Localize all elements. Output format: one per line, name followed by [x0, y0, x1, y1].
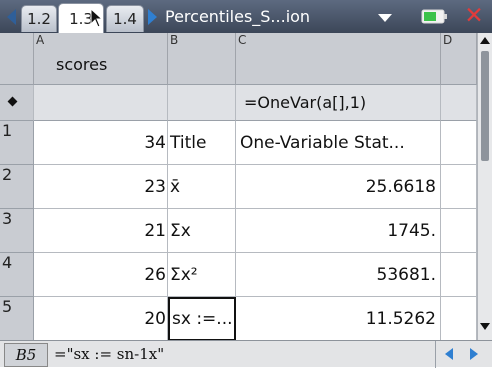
header-corner[interactable]	[0, 33, 34, 85]
cell-a1[interactable]: 34	[34, 121, 168, 165]
formula-cell-b[interactable]	[168, 85, 236, 121]
table-row: 5 20 sx :=... 11.5262	[0, 297, 477, 341]
table-row: 2 23 x̄ 25.6618	[0, 165, 477, 209]
cell-c2[interactable]: 25.6618	[236, 165, 441, 209]
battery-icon	[421, 9, 447, 24]
cell-d4[interactable]	[441, 253, 477, 297]
document-title[interactable]: Percentiles_S...ion	[165, 5, 310, 29]
formula-row-marker	[0, 85, 34, 121]
table-row: 4 26 Σx² 53681.	[0, 253, 477, 297]
formula-cell-c[interactable]: =OneVar(a[],1)	[236, 85, 441, 121]
cell-c5[interactable]: 11.5262	[236, 297, 441, 341]
entry-formula-input[interactable]: ="sx := sn-1x"	[54, 345, 164, 363]
column-letter-d: D	[443, 33, 453, 47]
column-letter-c: C	[238, 33, 247, 47]
column-header-c[interactable]: C	[236, 33, 441, 85]
tab-bar: 1.2 1.3 1.4 Percentiles_S...ion ✕	[0, 0, 492, 34]
diamond-icon	[7, 96, 18, 107]
vertical-scrollbar[interactable]	[477, 33, 492, 340]
row-number[interactable]: 4	[0, 253, 34, 297]
cell-a3[interactable]: 21	[34, 209, 168, 253]
table-row: 3 21 Σx 1745.	[0, 209, 477, 253]
column-header-b[interactable]: B	[168, 33, 236, 85]
row-number[interactable]: 2	[0, 165, 34, 209]
nav-left-arrow-icon[interactable]	[7, 9, 16, 25]
column-header-a[interactable]: A scores	[34, 33, 168, 85]
row-number[interactable]: 3	[0, 209, 34, 253]
cell-b4[interactable]: Σx²	[168, 253, 236, 297]
row-number[interactable]: 1	[0, 121, 34, 165]
scroll-down-icon[interactable]	[480, 323, 490, 330]
entry-right-arrow-icon[interactable]	[470, 348, 478, 360]
formula-cell-d[interactable]	[441, 85, 477, 121]
cell-c3[interactable]: 1745.	[236, 209, 441, 253]
scrollbar-thumb[interactable]	[481, 51, 489, 161]
entry-left-arrow-icon[interactable]	[445, 348, 453, 360]
nav-right-arrow-icon[interactable]	[148, 9, 157, 25]
cell-b5-selected[interactable]: sx :=...	[168, 297, 236, 341]
column-c-formula: =OneVar(a[],1)	[244, 93, 367, 112]
close-icon[interactable]: ✕	[459, 3, 489, 29]
cell-a5[interactable]: 20	[34, 297, 168, 341]
tab-1-2[interactable]: 1.2	[21, 5, 57, 32]
cell-d3[interactable]	[441, 209, 477, 253]
entry-divider	[435, 341, 436, 368]
formula-cell-a[interactable]	[34, 85, 168, 121]
spreadsheet: A scores B C D =OneVar(a[],1) 1 34 Title…	[0, 33, 492, 341]
mouse-pointer-icon	[90, 8, 104, 28]
cell-c4[interactable]: 53681.	[236, 253, 441, 297]
cell-b2[interactable]: x̄	[168, 165, 236, 209]
cell-c1[interactable]: One-Variable Stat...	[236, 121, 441, 165]
cell-d2[interactable]	[441, 165, 477, 209]
cell-a2[interactable]: 23	[34, 165, 168, 209]
cell-b3[interactable]: Σx	[168, 209, 236, 253]
cell-d1[interactable]	[441, 121, 477, 165]
table-row: 1 34 Title One-Variable Stat...	[0, 121, 477, 165]
scroll-up-icon[interactable]	[480, 37, 490, 44]
chevron-down-icon[interactable]	[378, 14, 392, 22]
cell-a4[interactable]: 26	[34, 253, 168, 297]
cell-reference: B5	[4, 343, 48, 367]
tab-1-4[interactable]: 1.4	[106, 5, 144, 32]
cell-b1[interactable]: Title	[168, 121, 236, 165]
column-header-d[interactable]: D	[441, 33, 477, 85]
row-number[interactable]: 5	[0, 297, 34, 341]
column-letter-a: A	[36, 33, 45, 47]
entry-line: B5 ="sx := sn-1x"	[0, 340, 492, 368]
column-name-a[interactable]: scores	[56, 55, 107, 74]
column-letter-b: B	[170, 33, 179, 47]
cell-d5[interactable]	[441, 297, 477, 341]
